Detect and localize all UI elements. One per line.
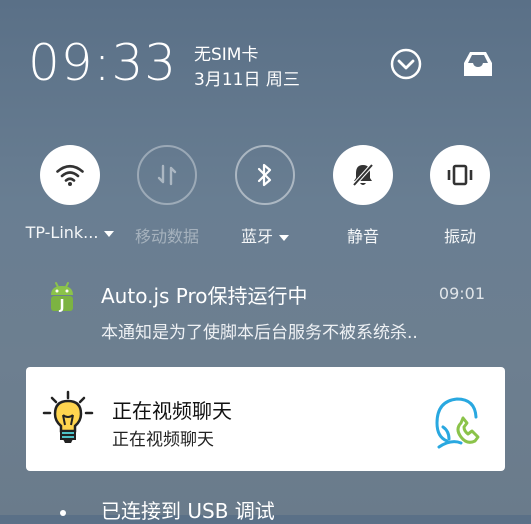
mute-bell-icon bbox=[333, 145, 393, 205]
dot-icon bbox=[60, 510, 66, 516]
tile-bluetooth[interactable]: 蓝牙 bbox=[220, 145, 310, 247]
tile-mobile-data[interactable]: 移动数据 bbox=[122, 145, 212, 247]
notification-title: 已连接到 USB 调试 bbox=[101, 499, 275, 523]
lightbulb-icon bbox=[38, 389, 98, 449]
vibrate-icon bbox=[430, 145, 490, 205]
inbox-icon[interactable] bbox=[458, 44, 498, 84]
notification-title: 正在视频聊天 bbox=[112, 399, 232, 423]
tile-label: 振动 bbox=[443, 227, 476, 246]
notification-video-chat[interactable]: 正在视频聊天 正在视频聊天 bbox=[26, 367, 505, 471]
bluetooth-icon bbox=[235, 145, 295, 205]
chevron-down-icon[interactable] bbox=[386, 44, 426, 84]
tile-label: 静音 bbox=[346, 227, 379, 246]
tile-label: TP-Link... bbox=[25, 223, 115, 242]
notification-title: Auto.js Pro保持运行中 bbox=[101, 284, 308, 308]
caret-down-icon bbox=[279, 234, 289, 241]
wifi-icon bbox=[40, 145, 100, 205]
date: 3月11日 周三 bbox=[194, 70, 300, 90]
android-j-icon: J bbox=[47, 281, 77, 317]
notification-body: 本通知是为了使脚本后台服务不被系统杀.. bbox=[101, 323, 418, 343]
tile-label: 移动数据 bbox=[134, 227, 199, 246]
notification-time: 09:01 bbox=[438, 284, 485, 303]
tile-vibrate[interactable]: 振动 bbox=[415, 145, 505, 247]
svg-text:J: J bbox=[59, 298, 65, 313]
sim-status: 无SIM卡 bbox=[194, 45, 259, 65]
tile-mute[interactable]: 静音 bbox=[318, 145, 408, 247]
caret-down-icon bbox=[104, 230, 115, 237]
tile-wifi[interactable]: TP-Link... bbox=[25, 145, 115, 242]
status-header: 09:33 无SIM卡 3月11日 周三 bbox=[0, 0, 531, 130]
mobile-data-icon bbox=[137, 145, 197, 205]
quick-settings-tiles: TP-Link... 移动数据 蓝牙 静音 振动 bbox=[0, 145, 531, 255]
tile-label: 蓝牙 bbox=[220, 223, 310, 247]
clock: 09:33 bbox=[28, 34, 178, 92]
notification-subtitle: 正在视频聊天 bbox=[112, 430, 214, 450]
phone-call-icon[interactable] bbox=[431, 393, 483, 453]
